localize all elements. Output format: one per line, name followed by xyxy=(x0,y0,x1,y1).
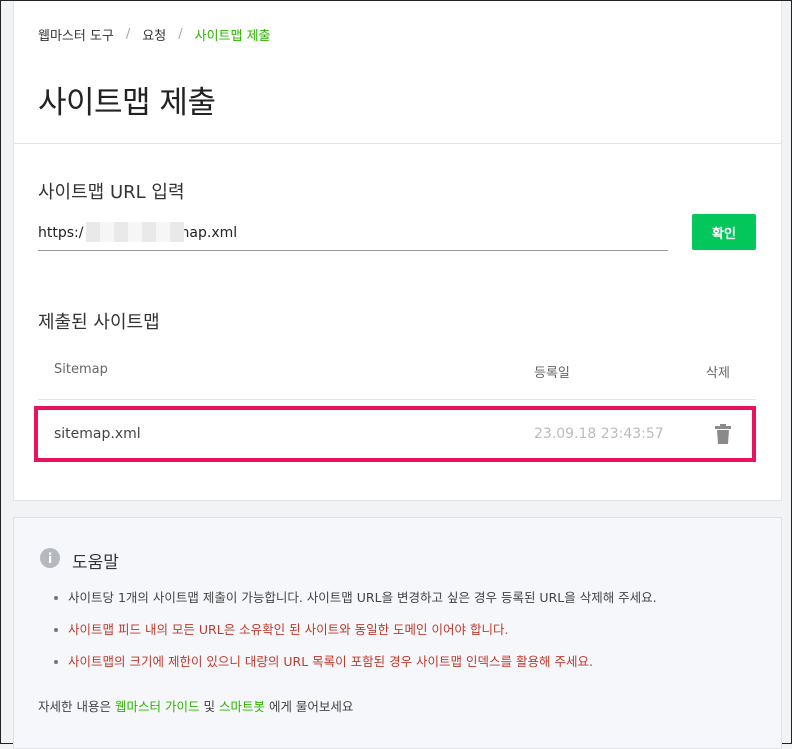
help-and: 및 xyxy=(203,699,215,714)
column-header-sitemap: Sitemap xyxy=(54,362,108,377)
help-card: 도움말 사이트당 1개의 사이트맵 제출이 가능합니다. 사이트맵 URL을 변… xyxy=(13,517,782,749)
help-title: 도움말 xyxy=(72,553,119,573)
url-input-label: 사이트맵 URL 입력 xyxy=(38,182,185,203)
smartbot-link[interactable]: 스마트봇 xyxy=(219,699,265,714)
page-title: 사이트맵 제출 xyxy=(38,85,216,121)
trash-icon[interactable] xyxy=(714,424,732,444)
help-more-prefix: 자세한 내용은 xyxy=(38,699,111,714)
table-row-date: 23.09.18 23:43:57 xyxy=(534,426,664,442)
breadcrumb-separator: / xyxy=(125,27,131,42)
help-item: 사이트당 1개의 사이트맵 제출이 가능합니다. 사이트맵 URL을 변경하고 … xyxy=(54,590,774,606)
column-header-delete: 삭제 xyxy=(706,366,730,381)
help-more-suffix: 에게 물어보세요 xyxy=(268,699,354,714)
breadcrumb: 웹마스터 도구 / 요청 / 사이트맵 제출 xyxy=(38,25,271,44)
help-item-warning: 사이트맵 피드 내의 모든 URL은 소유확인 된 사이트와 동일한 도메인 이… xyxy=(54,622,774,638)
redacted-domain xyxy=(86,222,184,242)
submitted-sitemaps-label: 제출된 사이트맵 xyxy=(38,312,160,333)
confirm-button[interactable]: 확인 xyxy=(692,214,756,250)
column-header-date: 등록일 xyxy=(534,366,570,381)
help-list: 사이트당 1개의 사이트맵 제출이 가능합니다. 사이트맵 URL을 변경하고 … xyxy=(54,590,774,686)
header-card: 웹마스터 도구 / 요청 / 사이트맵 제출 사이트맵 제출 xyxy=(13,1,782,144)
help-item-warning: 사이트맵의 크기에 제한이 있으니 대량의 URL 목록이 포함된 경우 사이트… xyxy=(54,654,774,670)
breadcrumb-separator: / xyxy=(178,27,183,42)
webmaster-guide-link[interactable]: 웹마스터 가이드 xyxy=(115,699,199,714)
page-frame: 웹마스터 도구 / 요청 / 사이트맵 제출 사이트맵 제출 사이트맵 URL … xyxy=(0,0,792,749)
table-row-sitemap-name: sitemap.xml xyxy=(54,426,141,442)
breadcrumb-item-current: 사이트맵 제출 xyxy=(194,29,271,44)
breadcrumb-item-request[interactable]: 요청 xyxy=(142,25,166,44)
breadcrumb-item-webmaster[interactable]: 웹마스터 도구 xyxy=(38,25,114,44)
info-icon xyxy=(40,548,60,568)
sitemap-card: 사이트맵 URL 입력 확인 제출된 사이트맵 Sitemap 등록일 삭제 s… xyxy=(13,143,782,501)
help-more-text: 자세한 내용은 웹마스터 가이드 및 스마트봇 에게 물어보세요 xyxy=(38,696,353,715)
table-header-divider xyxy=(38,399,756,400)
